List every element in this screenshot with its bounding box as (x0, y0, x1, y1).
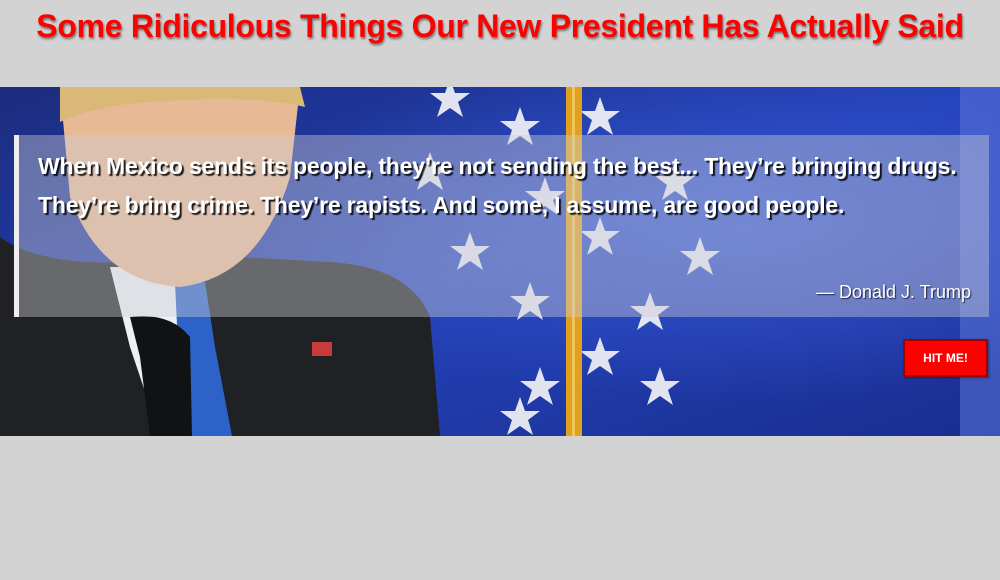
page-title: Some Ridiculous Things Our New President… (36, 8, 964, 44)
quote-card: When Mexico sends its people, they’re no… (14, 135, 989, 317)
quote-author: — Donald J. Trump (815, 282, 971, 302)
quote-text: When Mexico sends its people, they’re no… (38, 153, 957, 218)
hit-me-button[interactable]: HIT ME! (903, 339, 988, 377)
hero-banner: When Mexico sends its people, they’re no… (0, 87, 1000, 436)
flag-pin-icon (312, 342, 332, 356)
